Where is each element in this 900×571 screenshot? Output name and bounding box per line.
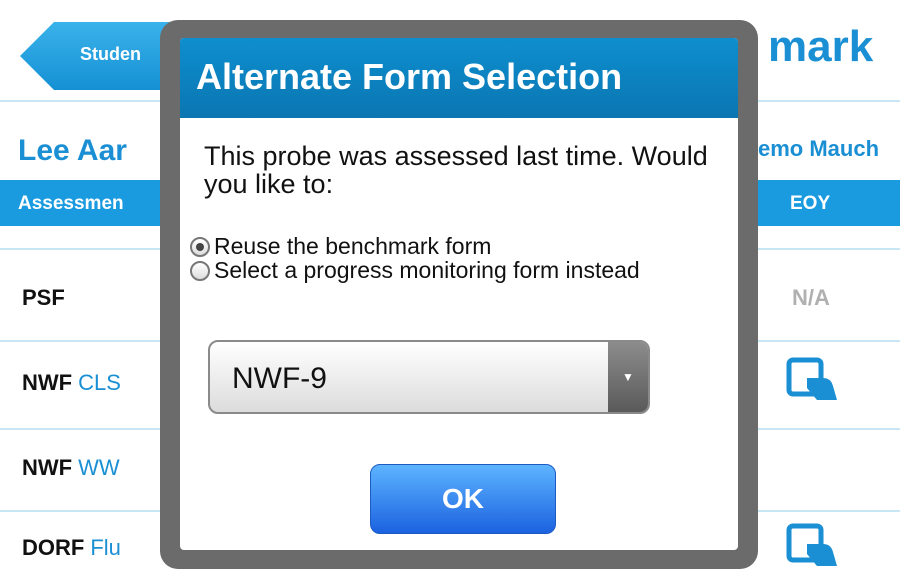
modal-overlay: Alternate Form Selection This probe was …	[0, 0, 900, 571]
radio-selected-icon[interactable]	[190, 237, 210, 257]
chevron-down-icon[interactable]: ▼	[608, 342, 648, 412]
ok-button[interactable]: OK	[370, 464, 556, 534]
option-reuse-benchmark[interactable]: Reuse the benchmark form	[190, 234, 720, 258]
option-label: Reuse the benchmark form	[214, 233, 492, 259]
form-select[interactable]: NWF-9 ▼	[208, 340, 650, 414]
option-progress-monitoring[interactable]: Select a progress monitoring form instea…	[190, 258, 720, 282]
form-select-value: NWF-9	[232, 362, 327, 395]
alternate-form-dialog: Alternate Form Selection This probe was …	[180, 38, 738, 550]
dialog-prompt: This probe was assessed last time. Would…	[204, 141, 708, 199]
option-label: Select a progress monitoring form instea…	[214, 257, 640, 283]
dialog-title: Alternate Form Selection	[196, 56, 623, 97]
radio-unselected-icon[interactable]	[190, 261, 210, 281]
dialog-title-bar: Alternate Form Selection	[180, 38, 738, 118]
